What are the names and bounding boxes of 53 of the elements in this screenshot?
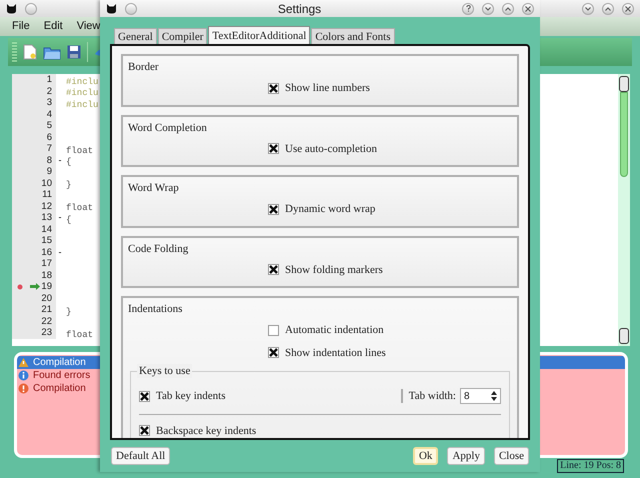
group-title: Word Completion (128, 120, 207, 134)
line-number: 9 (46, 167, 52, 176)
code-line: #inclu (66, 76, 98, 87)
code-line: } (66, 306, 72, 317)
line-number: 11 (42, 190, 52, 200)
status-text: Line: 19 Pos: 8 (557, 459, 624, 473)
line-number: 16 (41, 248, 52, 257)
line-number: 14 (41, 224, 52, 234)
group-title: Keys to use (137, 364, 192, 378)
message-text: Compilation (33, 384, 86, 394)
window-title: Settings (278, 0, 322, 18)
message-text: Found errors (33, 370, 90, 380)
code-line: float (66, 146, 94, 156)
line-number: 4 (46, 110, 52, 119)
option-label: Use auto-completion (285, 142, 377, 156)
line-number: 19 (41, 282, 52, 292)
group-title: Code Folding (128, 242, 188, 256)
code-line: float (66, 330, 94, 340)
line-number: 8 (46, 156, 52, 165)
line-number: 1 (46, 75, 52, 84)
line-number: 3 (46, 98, 52, 108)
option-label: Show indentation lines (285, 346, 386, 360)
line-number: 23 (41, 328, 52, 338)
option-label: Show folding markers (285, 262, 383, 278)
line-number: 17 (41, 259, 52, 268)
line-number: 18 (41, 270, 52, 280)
option-label: Automatic indentation (285, 323, 384, 338)
line-number: 22 (41, 316, 52, 326)
line-number: 15 (41, 236, 52, 246)
group-title: Indentations (128, 302, 182, 316)
option-label: Show line numbers (285, 81, 370, 96)
line-number: 12 (41, 202, 52, 211)
code-line: } (66, 180, 72, 190)
option-label: Dynamic word wrap (285, 202, 376, 217)
code-line: #inclu (66, 100, 98, 110)
message-text: Compilation (33, 358, 86, 368)
group-title: Word Wrap (128, 181, 179, 195)
code-line: #inclu (66, 88, 98, 98)
tab-width-label: Tab width: (408, 389, 456, 404)
line-number: 7 (46, 144, 52, 154)
line-number: 21 (41, 305, 52, 314)
line-number: 2 (46, 86, 52, 96)
code-line: { (66, 214, 72, 225)
line-number: 20 (41, 294, 52, 303)
line-number: 10 (41, 178, 52, 188)
code-line: { (66, 157, 72, 168)
option-label: Tab key indents (156, 389, 226, 404)
line-number: 5 (46, 121, 52, 130)
line-number: 6 (46, 132, 52, 142)
code-line: float (66, 203, 94, 214)
group-title: Border (128, 60, 159, 74)
option-label: Backspace key indents (156, 424, 256, 438)
line-number: 13 (41, 213, 52, 222)
